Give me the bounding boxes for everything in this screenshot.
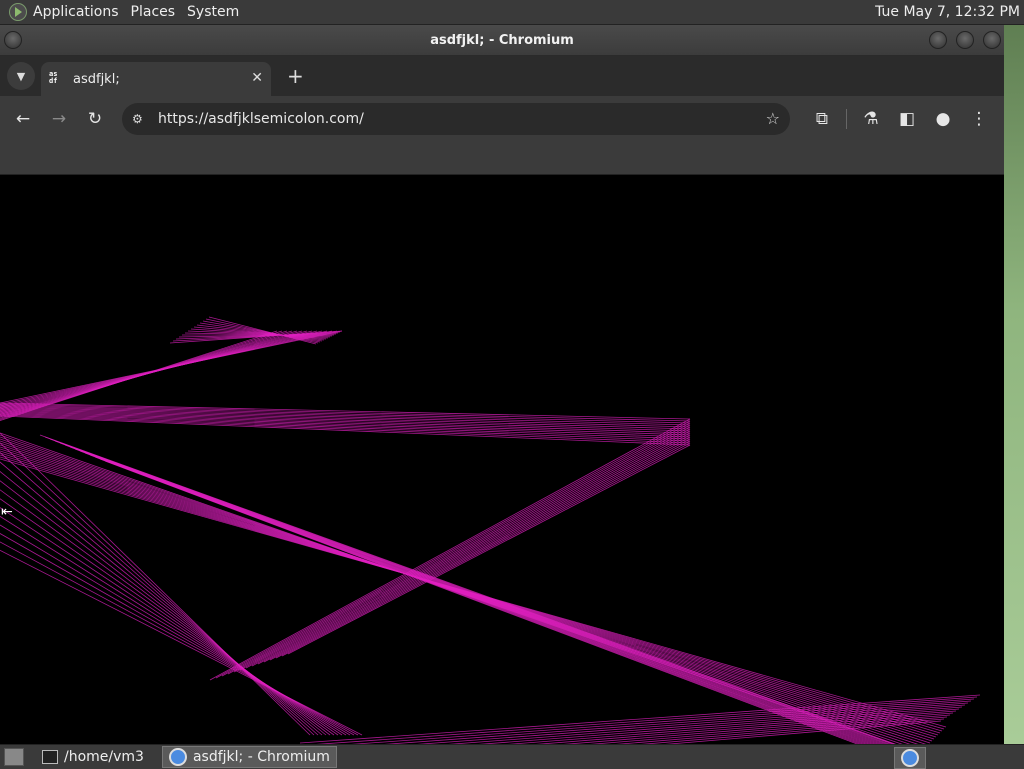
tab-title: asdfjkl; bbox=[73, 71, 120, 87]
site-favicon-icon: as df bbox=[49, 70, 58, 85]
chevron-down-icon: ▼ bbox=[16, 69, 26, 83]
resize-cursor-icon: ⇤ bbox=[1, 504, 13, 520]
maximize-button[interactable] bbox=[956, 31, 974, 49]
art-line bbox=[0, 414, 691, 444]
menu-applications[interactable]: Applications bbox=[33, 4, 119, 20]
menu-system[interactable]: System bbox=[187, 4, 239, 20]
terminal-icon bbox=[42, 750, 58, 764]
tab-search-button[interactable]: ▼ bbox=[7, 62, 35, 90]
bookmark-star-icon[interactable]: ☆ bbox=[766, 109, 780, 128]
art-line bbox=[245, 430, 691, 669]
line-art-canvas bbox=[0, 316, 981, 745]
art-line bbox=[0, 442, 315, 736]
art-line bbox=[209, 418, 691, 681]
close-window-button[interactable] bbox=[983, 31, 1001, 49]
app-menu-logo-icon[interactable] bbox=[9, 3, 27, 21]
browser-toolbar: ← → ↻ ⚙ https://asdfjklsemicolon.com/ ☆ … bbox=[0, 96, 1004, 142]
page-content[interactable] bbox=[0, 175, 1004, 745]
site-info-icon[interactable]: ⚙ bbox=[132, 112, 148, 126]
desktop-background bbox=[1004, 24, 1024, 744]
menu-icon[interactable]: ⋮ bbox=[961, 101, 997, 137]
menu-places[interactable]: Places bbox=[131, 4, 176, 20]
reload-icon[interactable]: ↻ bbox=[77, 101, 113, 137]
art-line bbox=[239, 428, 691, 671]
art-line bbox=[0, 409, 691, 434]
toolbar-separator bbox=[846, 109, 847, 129]
tray-chromium-icon bbox=[901, 749, 919, 767]
back-icon[interactable]: ← bbox=[5, 101, 41, 137]
window-menu-button[interactable] bbox=[4, 31, 22, 49]
task-chromium-label: asdfjkl; - Chromium bbox=[192, 749, 330, 765]
forward-icon[interactable]: → bbox=[41, 101, 77, 137]
art-line bbox=[0, 410, 691, 436]
browser-window: asdfjkl; - Chromium ▼ as df asdfjkl; ✕ +… bbox=[0, 25, 1004, 745]
tab-active[interactable]: as df asdfjkl; ✕ bbox=[41, 62, 271, 96]
close-tab-icon[interactable]: ✕ bbox=[251, 70, 263, 86]
art-line bbox=[49, 438, 894, 745]
chromium-icon bbox=[168, 748, 187, 766]
bottom-panel: /home/vm3 asdfjkl; - Chromium bbox=[0, 744, 1024, 769]
profile-icon[interactable]: ● bbox=[925, 101, 961, 137]
url-text[interactable]: https://asdfjklsemicolon.com/ bbox=[158, 111, 364, 127]
art-line bbox=[275, 440, 691, 659]
clock[interactable]: Tue May 7, 12:32 PM bbox=[875, 4, 1020, 20]
bookmarks-bar bbox=[0, 142, 1004, 175]
tray-chromium[interactable] bbox=[894, 747, 926, 769]
side-panel-icon[interactable]: ◧ bbox=[889, 101, 925, 137]
art-line bbox=[39, 434, 900, 745]
task-terminal-label: /home/vm3 bbox=[64, 749, 144, 765]
top-panel: Applications Places System Tue May 7, 12… bbox=[0, 0, 1024, 25]
task-chromium[interactable]: asdfjkl; - Chromium bbox=[161, 746, 337, 768]
tab-strip: ▼ as df asdfjkl; ✕ + bbox=[0, 56, 1004, 96]
art-line bbox=[251, 432, 691, 667]
address-bar[interactable]: ⚙ https://asdfjklsemicolon.com/ ☆ bbox=[122, 103, 790, 135]
extensions-icon[interactable]: ⧉ bbox=[804, 101, 840, 137]
labs-icon[interactable]: ⚗ bbox=[853, 101, 889, 137]
new-tab-icon[interactable]: + bbox=[287, 64, 304, 88]
minimize-button[interactable] bbox=[929, 31, 947, 49]
window-title: asdfjkl; - Chromium bbox=[430, 32, 574, 48]
show-desktop-icon[interactable] bbox=[4, 748, 24, 766]
window-titlebar[interactable]: asdfjkl; - Chromium bbox=[0, 25, 1004, 56]
art-line bbox=[221, 422, 691, 677]
task-terminal[interactable]: /home/vm3 bbox=[36, 747, 150, 767]
